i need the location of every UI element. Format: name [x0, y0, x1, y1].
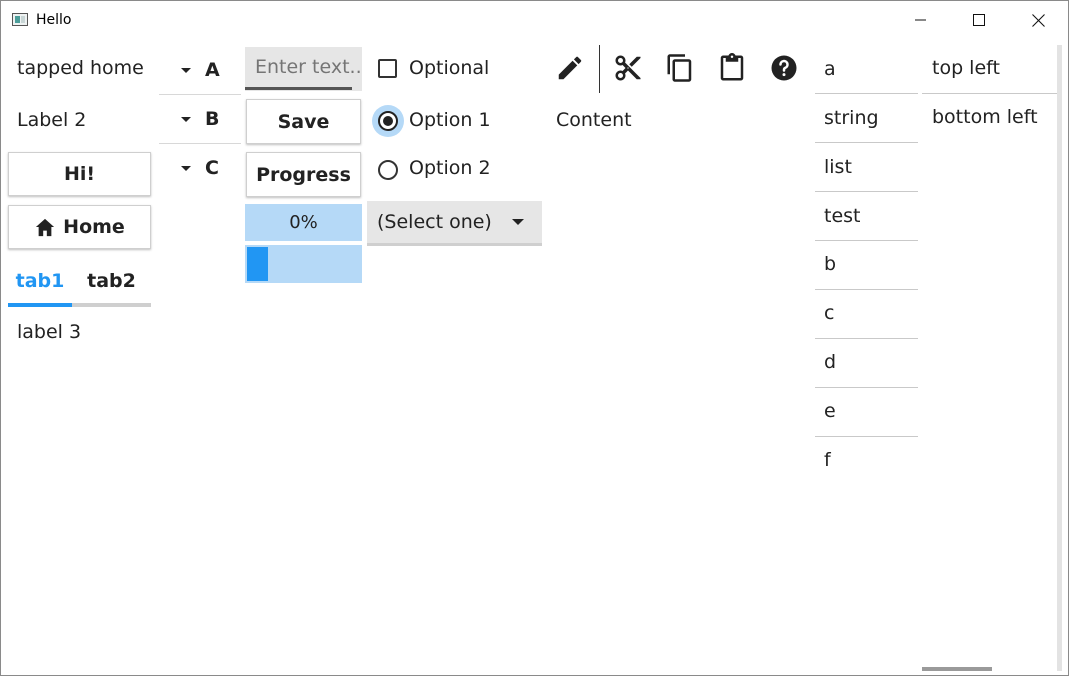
- close-icon: [1031, 13, 1045, 27]
- split-top-label: top left: [932, 57, 1000, 79]
- list-item-label: list: [824, 156, 852, 178]
- accordion-item-label: A: [205, 59, 220, 81]
- tapped-label: tapped home: [17, 57, 144, 79]
- list-separator: [815, 191, 918, 192]
- select-dropdown[interactable]: (Select one): [367, 201, 542, 246]
- hi-button-label: Hi!: [63, 163, 96, 185]
- accordion-item-label: B: [205, 108, 220, 130]
- radio-option-2[interactable]: Option 2: [371, 147, 541, 191]
- window-title: Hello: [36, 12, 72, 28]
- list-item-label: c: [824, 302, 835, 324]
- chevron-down-icon: [181, 166, 191, 171]
- radio-unselected-icon: [378, 160, 398, 180]
- select-value: (Select one): [377, 211, 492, 233]
- infinite-progress-bar: [245, 245, 362, 283]
- list-item[interactable]: c: [815, 290, 918, 339]
- tab-active-indicator: [8, 303, 72, 307]
- home-button[interactable]: Home: [8, 205, 151, 249]
- list-item-label: d: [824, 351, 837, 373]
- text-entry-underline: [245, 87, 352, 90]
- list-item[interactable]: test: [815, 193, 918, 242]
- list-item[interactable]: list: [815, 144, 918, 193]
- tab-tab1[interactable]: tab1: [8, 258, 72, 304]
- tab-bar: tab1 tab2: [8, 258, 151, 307]
- accordion-item-b[interactable]: B: [159, 96, 241, 144]
- radio-label: Option 2: [409, 157, 491, 179]
- accordion-item-c[interactable]: C: [159, 145, 241, 193]
- list-item-label: b: [824, 253, 837, 275]
- progress-bar-text: 0%: [289, 212, 318, 233]
- copy-icon[interactable]: [665, 53, 695, 83]
- app-window: Hello tapped home Label 2 Hi! Home tab1 …: [0, 0, 1069, 676]
- close-button[interactable]: [1009, 1, 1067, 39]
- content-label: Content: [556, 109, 632, 131]
- progress-button-label: Progress: [256, 163, 351, 186]
- label-2: Label 2: [17, 109, 87, 131]
- list-item-label: test: [824, 205, 861, 227]
- list-item[interactable]: e: [815, 388, 918, 437]
- cut-icon[interactable]: [613, 53, 643, 83]
- radio-option-1[interactable]: Option 1: [371, 99, 541, 143]
- horizontal-scrollbar[interactable]: [922, 667, 992, 671]
- list-item[interactable]: f: [815, 437, 918, 486]
- text-entry[interactable]: [245, 47, 362, 91]
- chevron-down-icon: [181, 117, 191, 122]
- tab-content-label: label 3: [17, 321, 82, 343]
- select-underline: [367, 243, 542, 246]
- edit-icon[interactable]: [555, 53, 585, 83]
- accordion-item-label: C: [205, 157, 219, 179]
- progress-bar: 0%: [245, 204, 362, 241]
- toolbar-separator: [599, 45, 600, 93]
- maximize-button[interactable]: [950, 1, 1008, 39]
- split-divider[interactable]: [922, 93, 1062, 94]
- app-icon: [12, 13, 28, 26]
- checkbox-icon: [378, 59, 397, 78]
- help-icon[interactable]: [769, 53, 799, 83]
- checkbox-label: Optional: [409, 57, 490, 79]
- save-button-label: Save: [277, 110, 330, 133]
- vertical-scrollbar[interactable]: [1057, 45, 1062, 671]
- list-item-label: f: [824, 449, 831, 471]
- tab-tab2[interactable]: tab2: [72, 258, 151, 304]
- list-item-label: a: [824, 58, 836, 80]
- optional-checkbox[interactable]: Optional: [371, 47, 541, 91]
- radio-dot: [383, 116, 393, 126]
- list-separator: [815, 142, 918, 143]
- list-item-label: string: [824, 107, 879, 129]
- chevron-down-icon: [181, 68, 191, 73]
- chevron-down-icon: [512, 219, 524, 225]
- home-button-label: Home: [63, 216, 125, 238]
- home-icon: [36, 218, 55, 237]
- split-bottom-label: bottom left: [932, 106, 1038, 128]
- list-item[interactable]: b: [815, 241, 918, 290]
- list-item[interactable]: d: [815, 339, 918, 388]
- title-bar: Hello: [1, 1, 1068, 39]
- hi-button[interactable]: Hi!: [8, 152, 151, 196]
- minimize-icon: [915, 19, 926, 21]
- minimize-button[interactable]: [892, 1, 950, 39]
- progress-button[interactable]: Progress: [246, 152, 361, 197]
- list-item[interactable]: string: [815, 95, 918, 144]
- radio-label: Option 1: [409, 109, 491, 131]
- toolbar: [549, 45, 811, 93]
- list-item-label: e: [824, 400, 836, 422]
- paste-icon[interactable]: [717, 53, 747, 83]
- accordion-item-a[interactable]: A: [159, 47, 241, 95]
- text-entry-input[interactable]: [245, 47, 362, 87]
- infinite-progress-fill: [247, 247, 268, 281]
- maximize-icon: [973, 14, 985, 26]
- list-item[interactable]: a: [815, 46, 918, 95]
- save-button[interactable]: Save: [246, 99, 361, 144]
- list-separator: [815, 93, 918, 94]
